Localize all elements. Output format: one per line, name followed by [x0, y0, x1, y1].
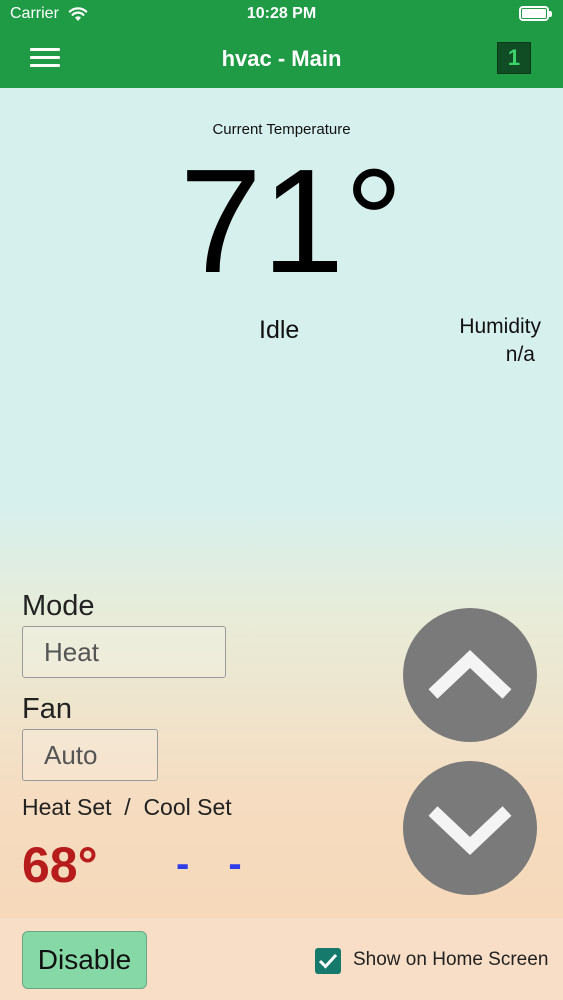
mode-label: Mode — [22, 590, 95, 622]
footer-bar: Disable Show on Home Screen — [0, 918, 563, 1000]
show-on-home-label: Show on Home Screen — [353, 949, 549, 970]
chevron-down-icon — [428, 806, 512, 855]
fan-select[interactable]: Auto — [22, 729, 158, 781]
page-title: hvac - Main — [221, 46, 342, 71]
fan-label: Fan — [22, 693, 72, 725]
humidity-label: Humidity — [459, 315, 541, 338]
zone-badge[interactable]: 1 — [497, 42, 531, 74]
nav-bar: hvac - Main 1 — [0, 30, 563, 88]
heat-setpoint[interactable]: 68° — [22, 836, 98, 894]
chevron-up-icon — [428, 650, 512, 699]
setpoint-label: Heat Set / Cool Set — [22, 794, 232, 820]
checkmark-icon — [318, 953, 338, 969]
status-bar: Carrier 10:28 PM — [0, 0, 563, 30]
humidity-value: n/a — [505, 343, 535, 366]
hvac-state: Idle — [259, 316, 300, 344]
current-temperature-value: 71° — [179, 139, 404, 304]
temperature-down-button[interactable] — [403, 761, 537, 895]
disable-button[interactable]: Disable — [22, 931, 147, 989]
status-time: 10:28 PM — [246, 5, 317, 22]
mode-select[interactable]: Heat — [22, 626, 226, 678]
battery-icon — [519, 6, 552, 21]
temperature-up-button[interactable] — [403, 608, 537, 742]
cool-setpoint[interactable]: - - — [176, 842, 256, 887]
show-on-home-checkbox[interactable] — [315, 948, 341, 974]
current-temperature-label: Current Temperature — [212, 121, 351, 138]
